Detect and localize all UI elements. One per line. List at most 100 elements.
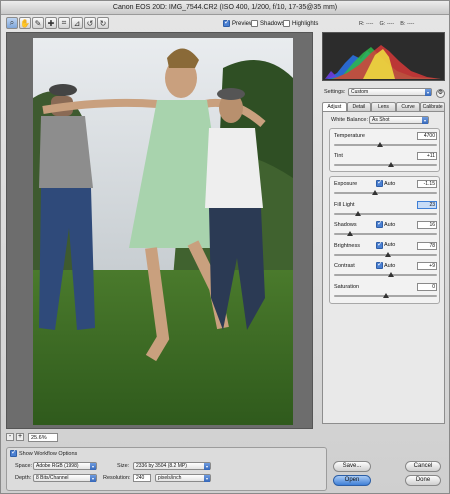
b-value: ---- [407,21,415,27]
size-select[interactable]: 2336 by 3504 (8.2 MP) ▾ [133,462,211,470]
tint-input[interactable]: +11 [417,152,437,160]
tint-track[interactable] [334,164,437,166]
camera-raw-window: Canon EOS 20D: IMG_7544.CR2 (ISO 400, 1/… [0,0,450,494]
size-label: Size: [117,463,130,469]
hand-icon[interactable]: ✋ [19,17,31,29]
adjust-slider-track[interactable] [334,192,437,194]
tab-detail[interactable]: Detail [346,102,372,111]
show-workflow-check[interactable] [10,448,17,457]
adjust-value-input[interactable]: +9 [417,262,437,270]
depth-select[interactable]: 8 Bits/Channel ▾ [33,474,97,482]
adjust-slider-track[interactable] [334,212,437,215]
adjust-row: Contrast Auto +9 [330,260,441,282]
temperature-label: Temperature [334,133,365,139]
tab-curve[interactable]: Curve [395,102,421,111]
b-label: B: [400,21,406,27]
adjust-label: Fill Light [334,201,355,208]
white-balance-select[interactable]: As Shot ▾ [369,116,429,124]
adjust-row: Saturation 0 [330,282,441,303]
auto-check-box[interactable] [376,219,383,228]
adjust-slider-thumb[interactable] [387,272,394,277]
g-label: G: [379,21,386,27]
save-button[interactable]: Save... [333,461,371,472]
space-label: Space: [15,463,33,469]
settings-value: Custom [351,89,369,95]
space-select[interactable]: Adobe RGB (1998) ▾ [33,462,97,470]
auto-label: Auto [384,262,396,269]
white-balance-value: As Shot [372,117,390,123]
done-button[interactable]: Done [405,475,441,486]
adjust-value-input[interactable]: 78 [417,241,437,250]
adjust-value-input[interactable]: -1.15 [417,180,437,188]
r-label: R: [359,21,365,27]
settings-label: Settings: [324,89,346,95]
adjust-row: Shadows Auto 16 [330,219,441,241]
adjust-slider-thumb[interactable] [354,210,361,216]
zoom-bar: - + 25.6% [6,432,313,444]
r-value: ---- [366,21,374,27]
space-value: Adobe RGB (1998) [36,463,79,469]
color-sampler-icon[interactable]: ✚ [45,17,57,29]
open-button[interactable]: Open [333,475,371,486]
shadows-check-box[interactable] [251,20,258,27]
white-balance-label: White Balance: [331,117,368,123]
cancel-button[interactable]: Cancel [405,461,441,472]
adjust-slider-thumb[interactable] [384,251,391,257]
temperature-input[interactable]: 4700 [417,132,437,140]
g-value: ---- [386,21,395,27]
chevron-down-icon: ▾ [90,475,96,482]
zoom-level-select[interactable]: 25.6% [28,433,58,442]
auto-check-box[interactable] [376,240,383,249]
adjust-value-input[interactable]: 0 [417,282,437,291]
rotate-left-icon[interactable]: ↺ [84,17,96,29]
resolution-unit-select[interactable]: pixels/inch ▾ [155,474,211,482]
zoom-icon[interactable]: ⌕ [6,17,18,29]
adjust-label: Brightness [334,242,360,249]
auto-check-box[interactable] [376,260,383,269]
adjust-slider-thumb[interactable] [372,190,379,195]
temperature-slider-thumb[interactable] [377,142,384,147]
adjust-panel: Settings: Custom ▾ ⚙ Adjust Detail Lens C… [322,85,445,425]
preview-check-box[interactable] [223,18,230,27]
adjust-row: Fill Light 23 [330,200,441,221]
eyedropper-icon[interactable]: ✎ [32,17,44,29]
depth-label: Depth: [15,475,32,481]
auto-checkbox[interactable]: Auto [376,219,395,228]
settings-menu-icon[interactable]: ⚙ [436,89,445,98]
tint-slider-thumb[interactable] [387,162,394,167]
temperature-track[interactable] [334,144,437,146]
chevron-down-icon: ▾ [90,463,96,470]
zoom-in-button[interactable]: + [16,433,24,441]
shadows-label: Shadows [260,20,285,27]
auto-check-box[interactable] [376,178,383,187]
adjust-slider-thumb[interactable] [382,292,389,298]
adjust-value-input[interactable]: 16 [417,221,437,229]
rotate-right-icon[interactable]: ↻ [97,17,109,29]
settings-select[interactable]: Custom ▾ [348,88,432,96]
adjust-value-input[interactable]: 23 [417,200,437,209]
adjust-slider-thumb[interactable] [347,231,354,236]
show-workflow-toggle[interactable]: Show Workflow Options [10,448,77,457]
tab-lens[interactable]: Lens [371,102,396,111]
tab-calibrate[interactable]: Calibrate [420,102,445,111]
crop-icon[interactable]: ⌗ [58,17,70,29]
auto-checkbox[interactable]: Auto [376,240,395,249]
highlights-check-box[interactable] [283,20,290,27]
resolution-label: Resolution: [103,475,131,481]
adjust-slider-track[interactable] [334,274,437,276]
resolution-input[interactable]: 240 [133,474,151,482]
straighten-icon[interactable]: ⊿ [71,17,83,29]
zoom-out-button[interactable]: - [6,433,14,441]
title-bar: Canon EOS 20D: IMG_7544.CR2 (ISO 400, 1/… [1,1,449,15]
auto-checkbox[interactable]: Auto [376,260,396,269]
shadows-checkbox[interactable]: Shadows [251,20,285,27]
tab-adjust[interactable]: Adjust [322,102,347,111]
preview-canvas[interactable] [6,32,313,429]
white-balance-group: Temperature 4700 Tint +11 [329,128,440,172]
tab-bar: Adjust Detail Lens Curve Calibrate [322,102,445,111]
auto-checkbox[interactable]: Auto [376,178,395,187]
preview-checkbox[interactable]: Preview [223,18,253,27]
adjust-label: Shadows [334,222,357,228]
highlights-checkbox[interactable]: Highlights [283,20,318,27]
histogram [322,32,445,81]
